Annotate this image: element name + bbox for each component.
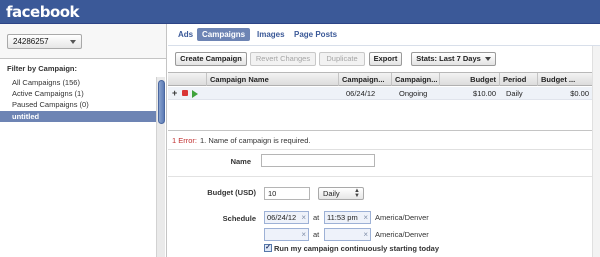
cell-start-date: 06/24/12 [346, 89, 376, 98]
table-header: Campaign Name Campaign... Campaign... Bu… [168, 72, 600, 86]
column-header-campaign-name[interactable]: Campaign Name [206, 73, 338, 86]
revert-changes-button[interactable]: Revert Changes [250, 52, 316, 66]
cell-status: Ongoing [399, 89, 428, 98]
continuous-checkbox[interactable]: ✓ [264, 244, 272, 252]
budget-label: Budget (USD) [207, 188, 256, 197]
sidebar-item-untitled[interactable]: untitled [0, 111, 157, 122]
at-label: at [313, 230, 320, 239]
sidebar-item-paused-campaigns[interactable]: Paused Campaigns (0) [0, 99, 157, 110]
period-value: Daily [323, 189, 340, 198]
page-scrollbar[interactable] [592, 46, 600, 257]
period-select[interactable]: Daily ▲ ▼ [318, 187, 364, 200]
start-date-input[interactable]: 06/24/12 × [264, 211, 309, 224]
column-header-period[interactable]: Period [499, 73, 537, 86]
error-icon [182, 90, 188, 96]
create-campaign-button[interactable]: Create Campaign [175, 52, 247, 66]
cell-budget: $10.00 [473, 89, 496, 98]
tab-ads[interactable]: Ads [173, 28, 198, 41]
error-bar: 1 Error: 1. Name of campaign is required… [168, 130, 600, 150]
account-select[interactable]: 24286257 [7, 34, 82, 49]
stats-range-label: Stats: Last 7 Days [416, 54, 481, 63]
chevron-down-icon [70, 40, 76, 44]
facebook-logo[interactable]: facebook [6, 3, 80, 21]
cell-period: Daily [506, 89, 523, 98]
tab-campaigns[interactable]: Campaigns [197, 28, 251, 41]
main-panel: Ads Campaigns Images Page Posts Create C… [168, 24, 600, 257]
start-time-value: 11:53 pm [327, 213, 358, 222]
campaign-name-input[interactable] [261, 154, 375, 167]
name-label: Name [230, 157, 251, 166]
clear-icon[interactable]: × [363, 212, 368, 223]
error-count: 1 Error: [172, 136, 198, 145]
clear-icon[interactable]: × [301, 229, 306, 240]
column-header-start-date[interactable]: Campaign... [338, 73, 391, 86]
column-header-budget-remaining[interactable]: Budget ... [537, 73, 592, 86]
end-date-input[interactable]: × [264, 228, 309, 241]
start-date-value: 06/24/12 [267, 213, 297, 222]
tab-bar: Ads Campaigns Images Page Posts [168, 24, 600, 46]
play-icon[interactable] [192, 90, 198, 98]
timezone-label: America/Denver [375, 213, 429, 222]
account-id: 24286257 [13, 37, 49, 46]
sidebar-scrollbar[interactable] [156, 77, 165, 257]
end-time-input[interactable]: × [324, 228, 371, 241]
budget-input[interactable]: 10 [264, 187, 310, 200]
export-button[interactable]: Export [369, 52, 402, 66]
error-message: 1. Name of campaign is required. [200, 136, 311, 145]
continuous-label[interactable]: Run my campaign continuously starting to… [274, 243, 439, 254]
column-header-status[interactable]: Campaign... [391, 73, 439, 86]
schedule-label: Schedule [222, 214, 256, 223]
stats-range-select[interactable]: Stats: Last 7 Days [411, 52, 496, 66]
top-bar: facebook [0, 0, 600, 24]
sidebar-item-all-campaigns[interactable]: All Campaigns (156) [0, 77, 157, 88]
clear-icon[interactable]: × [301, 212, 306, 223]
scrollbar-thumb[interactable] [158, 80, 165, 124]
start-time-input[interactable]: 11:53 pm × [324, 211, 371, 224]
tab-page-posts[interactable]: Page Posts [289, 28, 342, 41]
clear-icon[interactable]: × [363, 229, 368, 240]
cell-campaign-name[interactable] [206, 87, 338, 100]
campaign-filter-panel: Filter by Campaign: All Campaigns (156) … [0, 58, 166, 257]
table-row[interactable]: + 06/24/12 Ongoing $10.00 Daily $0.00 [168, 87, 600, 100]
filter-label: Filter by Campaign: [7, 64, 78, 73]
timezone-label: America/Denver [375, 230, 429, 239]
updown-arrows-icon: ▲ ▼ [354, 188, 360, 199]
section-divider [168, 176, 600, 177]
sidebar-item-active-campaigns[interactable]: Active Campaigns (1) [0, 88, 157, 99]
chevron-down-icon [484, 57, 491, 62]
cell-budget-remaining: $0.00 [570, 89, 589, 98]
column-header-budget[interactable]: Budget [439, 73, 499, 86]
duplicate-button[interactable]: Duplicate [319, 52, 365, 66]
at-label: at [313, 213, 320, 222]
sidebar: 24286257 Filter by Campaign: All Campaig… [0, 24, 167, 257]
plus-icon[interactable]: + [172, 88, 177, 99]
tab-images[interactable]: Images [252, 28, 290, 41]
